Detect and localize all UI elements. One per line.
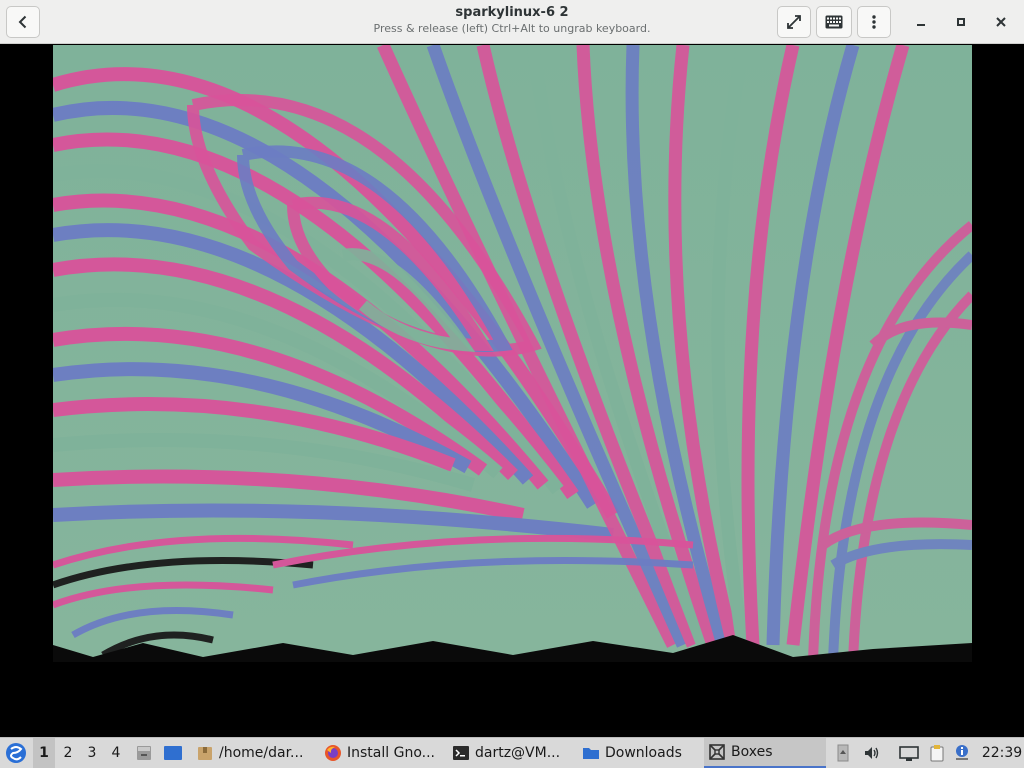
app-menu-button[interactable] xyxy=(2,738,30,768)
kebab-menu-icon xyxy=(872,15,876,29)
back-button[interactable] xyxy=(6,6,40,38)
firefox-icon xyxy=(325,745,341,761)
taskbar: 1 2 3 4 /home/dar... Install Gno... dart… xyxy=(0,737,1024,768)
tray-network[interactable] xyxy=(897,738,921,768)
tray-updates[interactable] xyxy=(952,738,972,768)
tray-clipboard[interactable] xyxy=(925,738,949,768)
maximize-button[interactable] xyxy=(950,11,972,33)
volume-icon xyxy=(865,747,879,759)
task-firefox[interactable]: Install Gno... xyxy=(320,738,442,768)
workspace-2[interactable]: 2 xyxy=(57,738,79,768)
maximize-icon xyxy=(957,18,965,26)
launcher-desktop[interactable] xyxy=(161,738,185,768)
close-icon xyxy=(996,17,1006,27)
terminal-icon xyxy=(453,746,469,760)
sparky-logo-icon xyxy=(6,743,26,763)
go-back-icon xyxy=(18,15,27,29)
tray-scroll[interactable] xyxy=(834,738,852,768)
task-label: Install Gno... xyxy=(347,745,435,761)
task-terminal[interactable]: dartz@VM... xyxy=(448,738,572,768)
task-label: Boxes xyxy=(731,744,773,760)
info-notification-icon xyxy=(956,745,968,760)
minimize-button[interactable] xyxy=(910,11,932,33)
task-label: Downloads xyxy=(605,745,682,761)
network-wired-icon xyxy=(899,746,919,761)
workspace-4[interactable]: 4 xyxy=(105,738,127,768)
vm-display[interactable] xyxy=(0,45,1024,735)
clipboard-icon xyxy=(930,745,944,762)
tray-arrow-icon xyxy=(837,744,849,762)
close-button[interactable] xyxy=(990,11,1012,33)
folder-icon xyxy=(583,748,599,759)
task-downloads[interactable]: Downloads xyxy=(578,738,700,768)
task-label: dartz@VM... xyxy=(475,745,561,761)
file-cabinet-icon xyxy=(137,746,151,760)
minimize-icon xyxy=(917,24,925,26)
workspace-3[interactable]: 3 xyxy=(81,738,103,768)
keyboard-button[interactable] xyxy=(816,6,852,38)
window-title: sparkylinux-6 2 xyxy=(455,5,569,20)
fullscreen-icon xyxy=(787,15,801,29)
show-desktop-icon xyxy=(164,746,182,760)
header-bar: sparkylinux-6 2 Press & release (left) C… xyxy=(0,0,1024,44)
task-boxes[interactable]: Boxes xyxy=(704,738,826,768)
task-home-folder[interactable]: /home/dar... xyxy=(192,738,314,768)
window-subtitle: Press & release (left) Ctrl+Alt to ungra… xyxy=(373,22,651,35)
workspace-1[interactable]: 1 xyxy=(33,738,55,768)
window-title-box: sparkylinux-6 2 Press & release (left) C… xyxy=(300,4,724,36)
launcher-files[interactable] xyxy=(133,738,155,768)
file-manager-icon xyxy=(198,747,212,760)
fullscreen-button[interactable] xyxy=(777,6,811,38)
menu-button[interactable] xyxy=(857,6,891,38)
tray-volume[interactable] xyxy=(860,738,884,768)
desktop-wallpaper xyxy=(53,45,972,662)
clock[interactable]: 22:39 xyxy=(980,738,1024,768)
keyboard-icon xyxy=(825,15,843,29)
task-label: /home/dar... xyxy=(219,745,304,761)
boxes-icon xyxy=(709,744,725,760)
